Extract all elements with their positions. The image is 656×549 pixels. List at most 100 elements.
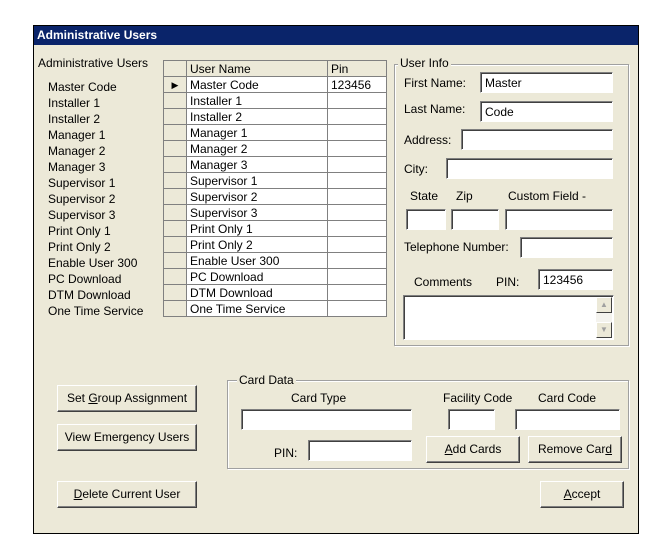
user-list-item[interactable]: DTM Download bbox=[48, 288, 131, 302]
pin-cell[interactable] bbox=[327, 156, 387, 173]
pin-field[interactable]: 123456 bbox=[538, 269, 613, 290]
user-name-cell[interactable]: Enable User 300 bbox=[186, 252, 328, 269]
add-cards-button[interactable]: Add Cards bbox=[426, 436, 520, 463]
pin-cell[interactable] bbox=[327, 140, 387, 157]
pin-cell[interactable]: 123456 bbox=[327, 76, 387, 93]
user-name-cell[interactable]: Print Only 2 bbox=[186, 236, 328, 253]
row-selector[interactable] bbox=[163, 108, 187, 125]
pin-cell[interactable] bbox=[327, 188, 387, 205]
user-name-cell[interactable]: PC Download bbox=[186, 268, 328, 285]
user-name-cell[interactable]: Manager 3 bbox=[186, 156, 328, 173]
user-name-cell[interactable]: Supervisor 3 bbox=[186, 204, 328, 221]
table-row[interactable]: Installer 1 bbox=[163, 92, 387, 109]
table-row[interactable]: Print Only 2 bbox=[163, 236, 387, 253]
user-list-item[interactable]: Master Code bbox=[48, 80, 117, 94]
user-list-item[interactable]: Supervisor 1 bbox=[48, 176, 115, 190]
table-row[interactable]: Manager 1 bbox=[163, 124, 387, 141]
custom-field[interactable] bbox=[505, 209, 613, 230]
user-name-cell[interactable]: One Time Service bbox=[186, 300, 328, 317]
row-selector[interactable] bbox=[163, 140, 187, 157]
user-list-item[interactable]: Supervisor 3 bbox=[48, 208, 115, 222]
row-selector[interactable] bbox=[163, 124, 187, 141]
city-field[interactable] bbox=[446, 158, 613, 179]
row-selector[interactable] bbox=[163, 252, 187, 269]
pin-cell[interactable] bbox=[327, 172, 387, 189]
comments-scrollbar[interactable]: ▲ ▼ bbox=[596, 297, 612, 338]
pin-cell[interactable] bbox=[327, 92, 387, 109]
user-list-item[interactable]: Manager 2 bbox=[48, 144, 105, 158]
user-name-cell[interactable]: DTM Download bbox=[186, 284, 328, 301]
table-row[interactable]: ▶ Master Code 123456 bbox=[163, 76, 387, 93]
pin-cell[interactable] bbox=[327, 220, 387, 237]
table-row[interactable]: Print Only 1 bbox=[163, 220, 387, 237]
delete-current-user-button[interactable]: Delete Current User bbox=[57, 481, 197, 508]
last-name-field[interactable]: Code bbox=[480, 101, 613, 122]
user-list-item[interactable]: Installer 1 bbox=[48, 96, 100, 110]
table-row[interactable]: Manager 2 bbox=[163, 140, 387, 157]
pin-cell[interactable] bbox=[327, 236, 387, 253]
user-name-cell[interactable]: Manager 2 bbox=[186, 140, 328, 157]
user-name-cell[interactable]: Manager 1 bbox=[186, 124, 328, 141]
table-row[interactable]: Supervisor 2 bbox=[163, 188, 387, 205]
pin-cell[interactable] bbox=[327, 124, 387, 141]
comments-textarea[interactable]: ▲ ▼ bbox=[403, 295, 614, 340]
user-name-cell[interactable]: Master Code bbox=[186, 76, 328, 93]
user-list-item[interactable]: PC Download bbox=[48, 272, 121, 286]
facility-code-field[interactable] bbox=[448, 409, 495, 430]
first-name-field[interactable]: Master bbox=[480, 72, 613, 93]
user-name-cell[interactable]: Supervisor 1 bbox=[186, 172, 328, 189]
user-list-item[interactable]: Manager 1 bbox=[48, 128, 105, 142]
user-list-item[interactable]: Installer 2 bbox=[48, 112, 100, 126]
pin-cell[interactable] bbox=[327, 204, 387, 221]
scroll-down-icon[interactable]: ▼ bbox=[596, 322, 612, 338]
address-field[interactable] bbox=[461, 129, 613, 150]
row-selector[interactable] bbox=[163, 236, 187, 253]
table-row[interactable]: DTM Download bbox=[163, 284, 387, 301]
card-code-field[interactable] bbox=[515, 409, 620, 430]
row-selector[interactable] bbox=[163, 204, 187, 221]
zip-field[interactable] bbox=[451, 209, 499, 230]
row-selector[interactable] bbox=[163, 300, 187, 317]
set-group-assignment-button[interactable]: Set Group Assignment bbox=[57, 385, 197, 412]
table-row[interactable]: Installer 2 bbox=[163, 108, 387, 125]
card-type-field[interactable] bbox=[241, 409, 412, 430]
accept-button[interactable]: Accept bbox=[540, 481, 624, 508]
row-selector[interactable]: ▶ bbox=[163, 76, 187, 93]
remove-card-button[interactable]: Remove Card bbox=[528, 436, 622, 463]
user-list-item[interactable]: Supervisor 2 bbox=[48, 192, 115, 206]
view-emergency-users-button[interactable]: View Emergency Users bbox=[57, 424, 197, 451]
row-selector[interactable] bbox=[163, 92, 187, 109]
row-selector[interactable] bbox=[163, 188, 187, 205]
table-row[interactable]: Supervisor 1 bbox=[163, 172, 387, 189]
row-selector[interactable] bbox=[163, 268, 187, 285]
pin-cell[interactable] bbox=[327, 284, 387, 301]
pin-cell[interactable] bbox=[327, 268, 387, 285]
row-selector[interactable] bbox=[163, 220, 187, 237]
table-row[interactable]: Manager 3 bbox=[163, 156, 387, 173]
row-selector[interactable] bbox=[163, 284, 187, 301]
telephone-field[interactable] bbox=[520, 237, 613, 258]
column-header-user-name[interactable]: User Name bbox=[186, 60, 328, 77]
state-field[interactable] bbox=[406, 209, 446, 230]
scroll-up-icon[interactable]: ▲ bbox=[596, 297, 612, 313]
user-list-item[interactable]: One Time Service bbox=[48, 304, 143, 318]
user-list-item[interactable]: Manager 3 bbox=[48, 160, 105, 174]
user-name-cell[interactable]: Installer 1 bbox=[186, 92, 328, 109]
column-header-pin[interactable]: Pin bbox=[327, 60, 387, 77]
pin-cell[interactable] bbox=[327, 108, 387, 125]
pin-cell[interactable] bbox=[327, 300, 387, 317]
user-grid[interactable]: User Name Pin ▶ Master Code 123456 Installe… bbox=[163, 60, 387, 317]
user-list-item[interactable]: Print Only 2 bbox=[48, 240, 111, 254]
user-name-cell[interactable]: Installer 2 bbox=[186, 108, 328, 125]
user-list-item[interactable]: Print Only 1 bbox=[48, 224, 111, 238]
user-list-item[interactable]: Enable User 300 bbox=[48, 256, 137, 270]
table-row[interactable]: One Time Service bbox=[163, 300, 387, 317]
user-name-cell[interactable]: Supervisor 2 bbox=[186, 188, 328, 205]
row-selector[interactable] bbox=[163, 156, 187, 173]
table-row[interactable]: PC Download bbox=[163, 268, 387, 285]
row-selector[interactable] bbox=[163, 172, 187, 189]
user-name-cell[interactable]: Print Only 1 bbox=[186, 220, 328, 237]
card-pin-field[interactable] bbox=[308, 440, 412, 461]
table-row[interactable]: Enable User 300 bbox=[163, 252, 387, 269]
table-row[interactable]: Supervisor 3 bbox=[163, 204, 387, 221]
